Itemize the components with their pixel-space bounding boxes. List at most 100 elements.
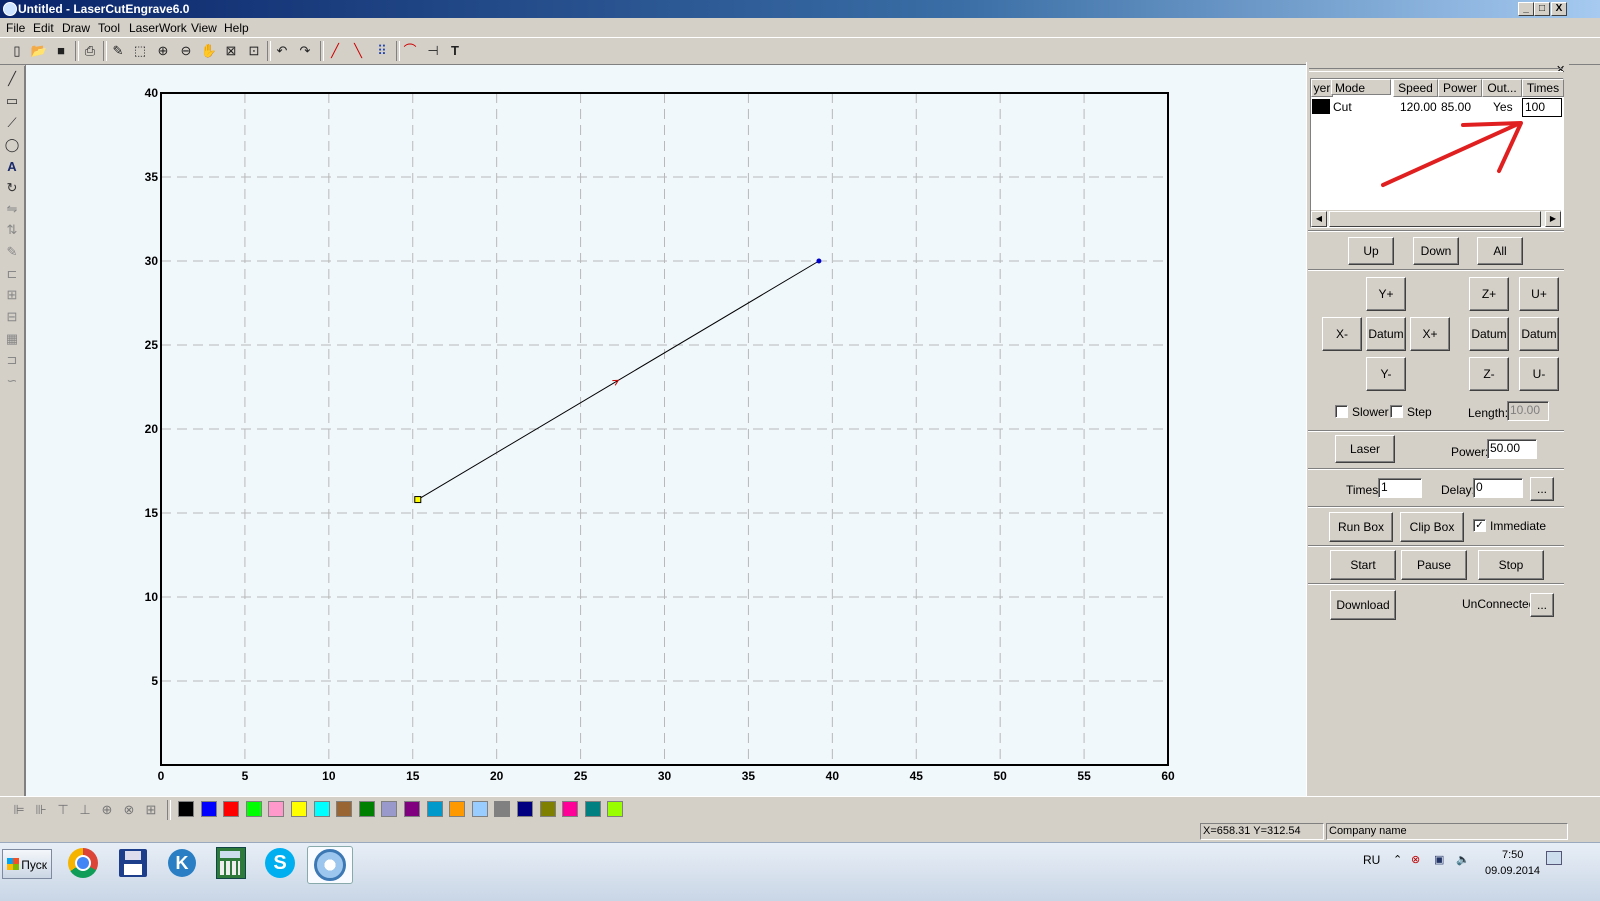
menu-view[interactable]: View	[191, 21, 217, 35]
start-button[interactable]: Start	[1330, 550, 1396, 580]
z-plus-button[interactable]: Z+	[1469, 277, 1509, 311]
show-desktop-icon[interactable]	[1546, 851, 1562, 865]
ellipse-tool-icon[interactable]: ◯	[3, 136, 21, 154]
edit-nodes-icon[interactable]: ✎	[3, 243, 21, 261]
select-region-icon[interactable]: ⬚	[131, 42, 149, 60]
clip-box-button[interactable]: Clip Box	[1400, 512, 1464, 542]
align-left-icon[interactable]: ⊫	[10, 801, 28, 819]
undo-icon[interactable]: ↶	[273, 42, 291, 60]
mirror-horizontal-icon[interactable]: ⇋	[3, 200, 21, 218]
palette-swatch[interactable]	[358, 801, 375, 817]
table-horizontal-scrollbar[interactable]: ◀ ▶	[1311, 210, 1561, 227]
pan-hand-icon[interactable]: ✋	[200, 42, 218, 60]
laser-button[interactable]: Laser	[1335, 435, 1395, 463]
curve-icon[interactable]: ∽	[3, 372, 21, 390]
close-button[interactable]: X	[1551, 2, 1567, 16]
align-top-icon[interactable]: ⊤	[54, 801, 72, 819]
connection-more-button[interactable]: ...	[1530, 593, 1554, 617]
save-icon[interactable]: ■	[52, 42, 70, 60]
slower-checkbox[interactable]	[1335, 405, 1348, 418]
zoom-out-icon[interactable]: ⊖	[177, 42, 195, 60]
palette-swatch[interactable]	[313, 801, 330, 817]
measure-icon[interactable]: ⊣	[424, 42, 442, 60]
y-minus-button[interactable]: Y-	[1366, 357, 1406, 391]
palette-swatch[interactable]	[539, 801, 556, 817]
palette-swatch[interactable]	[223, 801, 240, 817]
align-icon[interactable]: ⊏	[3, 265, 21, 283]
hatch-icon[interactable]: ▦	[3, 330, 21, 348]
tray-expand-icon[interactable]: ⌃	[1393, 853, 1402, 866]
run-box-button[interactable]: Run Box	[1329, 512, 1393, 542]
center-vertical-icon[interactable]: ⊗	[120, 801, 138, 819]
array-icon[interactable]: ⠿	[373, 42, 391, 60]
align-bottom-icon[interactable]: ⊥	[76, 801, 94, 819]
line-tool-icon[interactable]: ╱	[3, 70, 21, 88]
immediate-checkbox[interactable]: ✓	[1473, 519, 1486, 532]
download-button[interactable]: Download	[1330, 590, 1396, 620]
step-checkbox[interactable]	[1390, 405, 1403, 418]
start-button-os[interactable]: Пуск	[2, 849, 52, 879]
rectangle-tool-icon[interactable]: ▭	[3, 92, 21, 110]
tray-volume-icon[interactable]: 🔈	[1456, 853, 1470, 866]
new-file-icon[interactable]: ▯	[8, 42, 26, 60]
scroll-right-icon[interactable]: ▶	[1545, 211, 1561, 227]
palette-swatch[interactable]	[245, 801, 262, 817]
palette-swatch[interactable]	[449, 801, 466, 817]
length-input[interactable]: 10.00	[1507, 401, 1549, 421]
zoom-in-icon[interactable]: ⊕	[154, 42, 172, 60]
line-direction-icon[interactable]: ╱	[326, 42, 344, 60]
y-plus-button[interactable]: Y+	[1366, 277, 1406, 311]
polyline-tool-icon[interactable]: ⟋	[3, 114, 21, 132]
arc-icon[interactable]: ⌒	[401, 42, 419, 60]
start-point-icon[interactable]: ╲	[349, 42, 367, 60]
layer-all-button[interactable]: All	[1477, 237, 1523, 265]
floppy-disk-icon[interactable]	[113, 846, 153, 880]
palette-swatch[interactable]	[562, 801, 579, 817]
palette-swatch[interactable]	[268, 801, 285, 817]
language-indicator[interactable]: RU	[1363, 853, 1380, 867]
palette-swatch[interactable]	[494, 801, 511, 817]
text-tool-icon[interactable]: T	[446, 42, 464, 60]
u-datum-button[interactable]: Datum	[1519, 317, 1559, 351]
work-area-plot[interactable]: 0 5 10 15 20 25 30 35 40 45 50 55 60 5 10 15 20 25 30 35 40	[26, 65, 1306, 796]
open-folder-icon[interactable]: 📂	[30, 42, 48, 60]
pause-button[interactable]: Pause	[1401, 550, 1467, 580]
power-input[interactable]: 50.00	[1487, 439, 1537, 459]
palette-swatch[interactable]	[607, 801, 624, 817]
minimize-button[interactable]: _	[1518, 2, 1534, 16]
u-plus-button[interactable]: U+	[1519, 277, 1559, 311]
lasercut-app-icon[interactable]	[307, 846, 353, 884]
palette-swatch[interactable]	[200, 801, 217, 817]
x-minus-button[interactable]: X-	[1322, 317, 1362, 351]
maximize-button[interactable]: □	[1534, 2, 1550, 16]
layer-down-button[interactable]: Down	[1413, 237, 1459, 265]
menu-help[interactable]: Help	[224, 21, 249, 35]
layer-up-button[interactable]: Up	[1348, 237, 1394, 265]
rotate-icon[interactable]: ↻	[3, 179, 21, 197]
zoom-page-icon[interactable]: ⊡	[245, 42, 263, 60]
align-right-icon[interactable]: ⊪	[32, 801, 50, 819]
delay-input[interactable]: 0	[1473, 478, 1523, 498]
mirror-vertical-icon[interactable]: ⇅	[3, 221, 21, 239]
scroll-thumb[interactable]	[1329, 211, 1541, 227]
scroll-left-icon[interactable]: ◀	[1311, 211, 1327, 227]
k-app-icon[interactable]: K	[162, 846, 202, 880]
tray-security-icon[interactable]: ⊗	[1411, 853, 1420, 866]
stop-button[interactable]: Stop	[1478, 550, 1544, 580]
zoom-fit-icon[interactable]: ⊠	[222, 42, 240, 60]
times-input[interactable]: 1	[1378, 478, 1422, 498]
group-icon[interactable]: ⊞	[3, 286, 21, 304]
print-preview-icon[interactable]: ⎙	[81, 42, 99, 60]
palette-swatch[interactable]	[178, 801, 194, 817]
menu-file[interactable]: File	[6, 21, 25, 35]
offset-icon[interactable]: ⊐	[3, 351, 21, 369]
node-edit-icon[interactable]: ✎	[109, 42, 127, 60]
skype-icon[interactable]: S	[260, 846, 300, 880]
redo-icon[interactable]: ↷	[296, 42, 314, 60]
z-datum-button[interactable]: Datum	[1469, 317, 1509, 351]
tray-network-icon[interactable]: ▣	[1434, 853, 1444, 866]
palette-swatch[interactable]	[471, 801, 488, 817]
center-page-icon[interactable]: ⊞	[142, 801, 160, 819]
delay-more-button[interactable]: ...	[1530, 477, 1554, 501]
z-minus-button[interactable]: Z-	[1469, 357, 1509, 391]
